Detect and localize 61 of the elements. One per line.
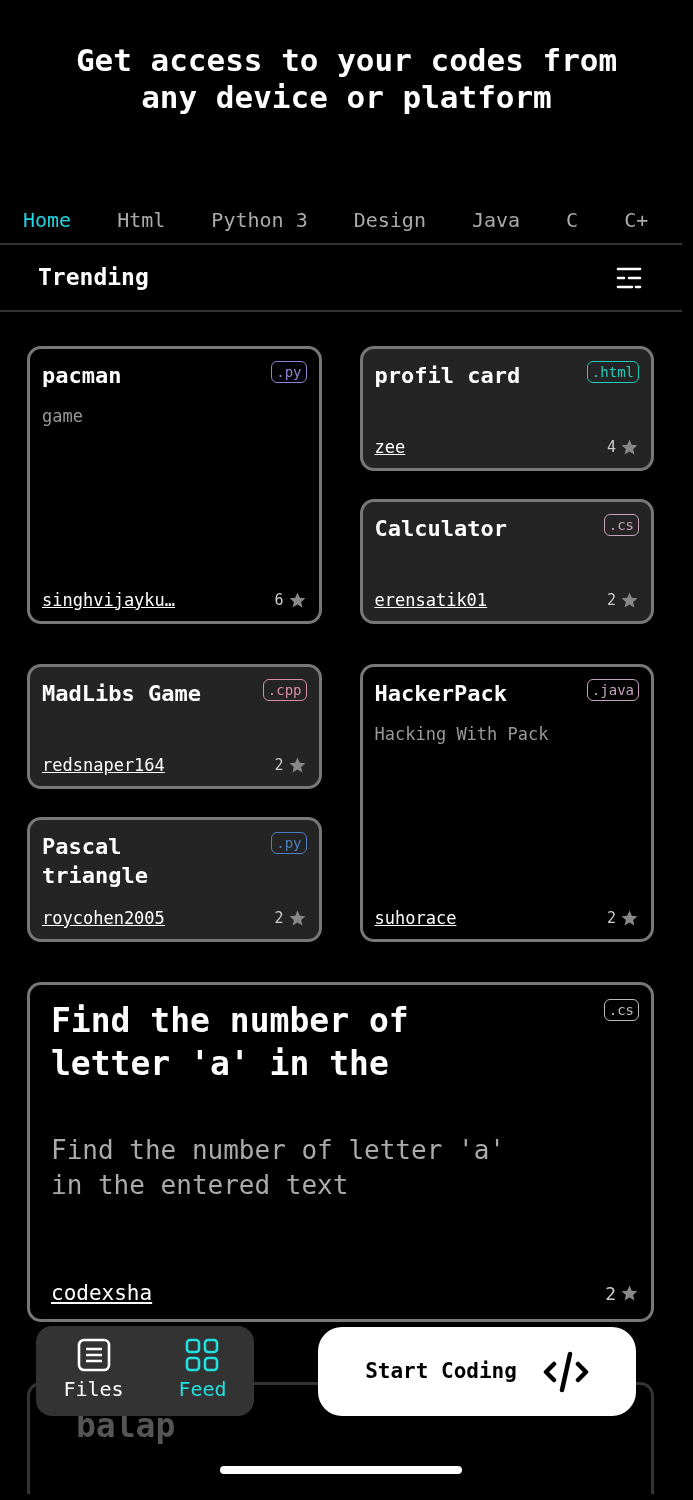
- card-title: HackerPack: [374, 680, 507, 708]
- like-count: 2: [606, 590, 616, 611]
- project-card[interactable]: Find the number of letter 'a' in the .cs Find the number of letter 'a' in the entered text codexsha 2: [27, 982, 654, 1322]
- author-link[interactable]: singhvijayku…: [42, 587, 176, 613]
- project-card[interactable]: Calculator .cs erensatik01 2: [359, 499, 654, 624]
- language-tag: .cpp: [262, 679, 307, 701]
- card-description: Hacking With Pack: [374, 723, 550, 746]
- like-count: 2: [605, 1281, 616, 1306]
- author-link[interactable]: suhorace: [374, 905, 457, 931]
- language-tag: .cs: [603, 999, 639, 1021]
- star-icon: [620, 1283, 639, 1303]
- author-link[interactable]: roycohen2005: [42, 905, 165, 931]
- author-link[interactable]: erensatik01: [374, 587, 488, 613]
- nav-item[interactable]: Feed: [172, 1337, 233, 1405]
- like-count: 2: [274, 908, 284, 929]
- tab[interactable]: Home: [0, 182, 95, 243]
- language-tag: .cs: [603, 514, 639, 536]
- card-title: MadLibs Game: [42, 680, 201, 708]
- tab[interactable]: C+: [601, 182, 672, 243]
- headline: Get access to your codes from any device or platform: [74, 41, 619, 117]
- star-icon: [287, 755, 307, 775]
- star-icon: [620, 590, 639, 610]
- filter-icon[interactable]: [616, 265, 642, 290]
- like-count: 2: [606, 908, 616, 929]
- card-description: game: [42, 405, 84, 428]
- star-icon: [620, 437, 639, 457]
- language-tag: .py: [271, 361, 307, 383]
- tab[interactable]: Html: [94, 182, 189, 243]
- like-count: 4: [606, 437, 616, 458]
- tab[interactable]: Java: [448, 182, 544, 243]
- author-link[interactable]: redsnaper164: [42, 752, 165, 778]
- project-card[interactable]: profil card .html zee 4: [359, 346, 654, 471]
- author-link[interactable]: codexsha: [51, 1277, 153, 1309]
- project-card[interactable]: pacman .py game singhvijayku… 6: [27, 346, 322, 624]
- card-title: profil card: [374, 362, 521, 390]
- author-link[interactable]: zee: [374, 434, 406, 460]
- tab[interactable]: Design: [330, 182, 449, 243]
- grid-icon: [185, 1338, 220, 1372]
- like-count: 2: [274, 755, 284, 776]
- language-tag: .html: [586, 361, 639, 383]
- star-icon: [620, 908, 639, 928]
- document-icon: [76, 1338, 111, 1372]
- tab[interactable]: C: [543, 182, 602, 243]
- star-icon: [287, 590, 307, 610]
- card-description: Find the number of letter 'a' in the entered text: [51, 1134, 506, 1202]
- language-tag: .py: [271, 832, 307, 854]
- star-icon: [287, 908, 307, 928]
- like-count: 6: [274, 590, 284, 611]
- nav-item[interactable]: Files: [57, 1337, 130, 1405]
- code-icon: [542, 1349, 589, 1394]
- project-card[interactable]: Pascal triangle .py roycohen2005 2: [27, 817, 322, 942]
- start-coding-button[interactable]: Start Coding: [318, 1327, 636, 1416]
- card-title: Pascal triangle: [42, 833, 149, 890]
- tab[interactable]: Python 3: [188, 182, 331, 243]
- card-title: Calculator: [374, 515, 507, 543]
- section-title: Trending: [38, 263, 149, 293]
- project-card[interactable]: MadLibs Game .cpp redsnaper164 2: [27, 664, 322, 789]
- language-tag: .java: [586, 679, 639, 701]
- card-title: Find the number of letter 'a' in the: [51, 1000, 410, 1085]
- project-card[interactable]: HackerPack .java Hacking With Pack suhorace 2: [359, 664, 654, 942]
- card-title: pacman: [42, 362, 122, 390]
